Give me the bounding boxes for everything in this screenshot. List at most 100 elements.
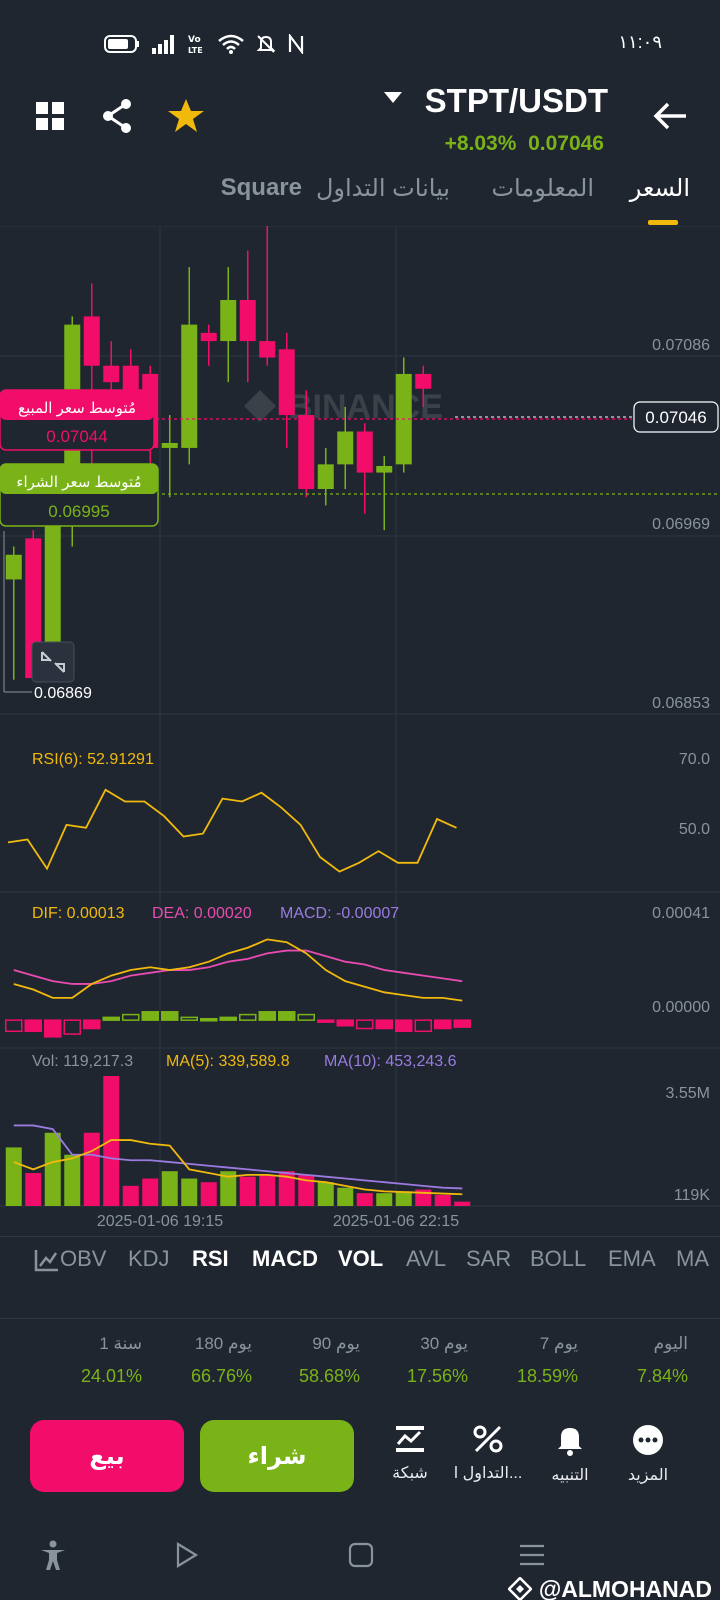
volume-bar xyxy=(122,1185,139,1206)
share-icon[interactable] xyxy=(98,96,138,136)
period-today: اليوم 7.84% xyxy=(578,1334,688,1387)
indicator-ma[interactable]: MA xyxy=(676,1246,709,1272)
macd-bar xyxy=(258,1011,276,1021)
tab-info[interactable]: المعلومات xyxy=(491,174,594,203)
accessibility-icon[interactable] xyxy=(38,1540,68,1572)
trading-label: التداول ا... xyxy=(453,1465,523,1482)
macd-bar xyxy=(239,1013,257,1021)
candle-body xyxy=(317,464,334,490)
vol-tick: 119K xyxy=(674,1187,711,1204)
candle-body xyxy=(5,554,22,580)
vol-ma10-legend: MA(10): 453,243.6 xyxy=(324,1053,457,1070)
period-90d: 90 يوم 58.68% xyxy=(250,1334,360,1387)
vol-tick: 3.55M xyxy=(666,1085,710,1102)
indicator-ema[interactable]: EMA xyxy=(608,1246,656,1272)
period-7d: 7 يوم 18.59% xyxy=(468,1334,578,1387)
indicator-macd[interactable]: MACD xyxy=(252,1246,318,1272)
rsi-tick: 50.0 xyxy=(679,821,710,838)
indicator-settings-icon[interactable] xyxy=(34,1248,60,1272)
indicator-vol[interactable]: VOL xyxy=(338,1246,383,1272)
macd-bar xyxy=(63,1019,81,1035)
volume-panel: Vol: 119,217.3 MA(5): 339,589.8 MA(10): … xyxy=(5,1053,711,1206)
macd-bar xyxy=(180,1016,198,1021)
period-label: 90 يوم xyxy=(312,1334,360,1353)
candle-body xyxy=(415,373,432,389)
macd-bar xyxy=(5,1019,23,1033)
period-30d: 30 يوم 17.56% xyxy=(358,1334,468,1387)
rsi-line xyxy=(7,788,457,873)
svg-text:Vo: Vo xyxy=(188,35,201,45)
star-icon[interactable] xyxy=(166,96,206,136)
macd-panel: DIF: 0.00013 DEA: 0.00020 MACD: -0.00007… xyxy=(5,905,710,1038)
home-square-icon[interactable] xyxy=(348,1542,374,1568)
divider xyxy=(0,1236,720,1237)
more-label: المزيد xyxy=(627,1467,669,1484)
last-price: 0.07046 xyxy=(528,132,604,155)
trading-bots-button[interactable]: التداول ا... xyxy=(446,1424,530,1483)
volte-icon: VoLTE xyxy=(188,35,203,55)
indicator-kdj[interactable]: KDJ xyxy=(128,1246,170,1272)
dea-line xyxy=(13,949,463,985)
rsi-panel: RSI(6): 52.91291 70.0 50.0 xyxy=(7,751,710,873)
period-value: 24.01% xyxy=(80,1366,142,1386)
volume-bar xyxy=(200,1182,217,1206)
nfc-icon xyxy=(288,34,304,54)
macd-bar xyxy=(200,1018,218,1022)
indicator-rsi[interactable]: RSI xyxy=(192,1246,229,1272)
avg-sell-box: مُتوسط سعر المبيع 0.07044 xyxy=(0,389,155,451)
period-label: 180 يوم xyxy=(194,1334,252,1353)
indicator-avl[interactable]: AVL xyxy=(406,1246,446,1272)
volume-bar xyxy=(239,1176,256,1206)
percent-icon xyxy=(473,1425,503,1453)
candle-body xyxy=(200,332,217,342)
period-value: 17.56% xyxy=(406,1366,468,1386)
menu-icon[interactable] xyxy=(518,1542,546,1568)
volume-bar xyxy=(142,1178,159,1206)
candle-body xyxy=(376,466,393,473)
alert-button[interactable]: التنبيه xyxy=(528,1424,612,1485)
candle-body xyxy=(239,299,256,342)
wifi-icon xyxy=(218,34,244,54)
watermark-text: @ALMOHANAD xyxy=(538,1576,712,1600)
macd-bar xyxy=(161,1011,179,1021)
volume-bars xyxy=(5,1076,471,1206)
expand-icon[interactable] xyxy=(31,641,75,683)
battery-icon xyxy=(104,35,139,53)
chevron-down-icon[interactable] xyxy=(384,92,402,103)
price-tick: 0.06969 xyxy=(652,516,710,533)
time-label: 2025-01-06 22:15 xyxy=(333,1213,459,1230)
volume-bar xyxy=(317,1182,334,1206)
more-button[interactable]: المزيد xyxy=(606,1424,690,1485)
macd-histogram xyxy=(5,1011,471,1038)
volume-bar xyxy=(376,1193,393,1206)
macd-bar xyxy=(44,1019,62,1038)
macd-bar xyxy=(24,1019,42,1033)
buy-button[interactable]: شراء xyxy=(200,1420,354,1492)
tab-price[interactable]: السعر xyxy=(630,174,690,203)
rsi-tick: 70.0 xyxy=(679,751,710,768)
pair-title[interactable]: STPT/USDT xyxy=(425,82,608,120)
kline-chart[interactable]: BINANCE 0.07086 0.06969 0.06853 0.07046 … xyxy=(0,226,720,1236)
status-bar: Vo LTE ١١:٠٩ xyxy=(0,0,720,90)
alert-label: التنبيه xyxy=(551,1467,589,1484)
sell-button[interactable]: بيع xyxy=(30,1420,184,1492)
indicator-boll[interactable]: BOLL xyxy=(530,1246,586,1272)
grid-label: شبكة xyxy=(392,1465,428,1482)
period-performance: اليوم 7.84% 7 يوم 18.59% 30 يوم 17.56% 90 ي… xyxy=(0,1334,720,1394)
macd-bar xyxy=(356,1019,374,1030)
tab-trading-data[interactable]: بيانات التداول xyxy=(316,174,450,203)
grid-trading-button[interactable]: شبكة xyxy=(368,1424,452,1483)
tab-square[interactable]: Square xyxy=(221,174,302,202)
macd-bar xyxy=(297,1013,315,1021)
grid-icon[interactable] xyxy=(32,96,72,136)
indicator-sar[interactable]: SAR xyxy=(466,1246,511,1272)
indicator-obv[interactable]: OBV xyxy=(60,1246,106,1272)
volume-bar xyxy=(83,1132,100,1206)
price-tick: 0.07086 xyxy=(652,337,710,354)
play-icon[interactable] xyxy=(174,1542,200,1568)
binance-logo-icon xyxy=(507,1576,534,1600)
volume-bar xyxy=(64,1154,81,1206)
clock: ١١:٠٩ xyxy=(618,32,662,52)
low-marker-value: 0.06869 xyxy=(34,685,92,702)
back-arrow-icon[interactable] xyxy=(650,96,690,136)
